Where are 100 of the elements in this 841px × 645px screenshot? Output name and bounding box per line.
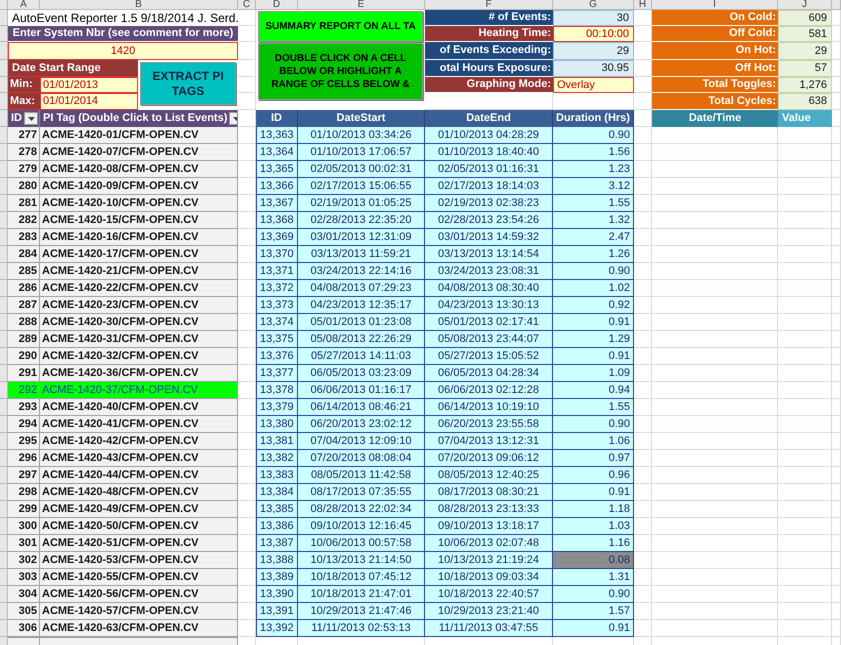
empty-cell[interactable] [778,246,832,263]
table-cell[interactable]: 301 [8,535,40,552]
empty-cell[interactable] [832,93,841,110]
table-cell[interactable]: 283 [8,229,40,246]
empty-cell[interactable] [832,569,841,586]
empty-cell[interactable] [652,382,778,399]
column-header[interactable]: DateEnd [425,110,553,127]
empty-cell[interactable] [832,229,841,246]
empty-cell[interactable] [832,450,841,467]
row-header[interactable] [0,501,8,518]
row-header[interactable] [0,212,8,229]
empty-cell[interactable] [832,365,841,382]
row-header[interactable] [0,60,8,77]
empty-cell[interactable] [778,484,832,501]
empty-cell[interactable] [832,110,841,127]
empty-cell[interactable] [778,569,832,586]
row-header[interactable] [0,433,8,450]
empty-cell[interactable] [652,229,778,246]
table-cell[interactable]: ACME-1420-50/CFM-OPEN.CV [40,518,238,535]
empty-cell[interactable] [832,297,841,314]
table-cell[interactable]: ACME-1420-16/CFM-OPEN.CV [40,229,238,246]
table-cell[interactable]: ACME-1420-08/CFM-OPEN.CV [40,161,238,178]
empty-cell[interactable] [832,484,841,501]
empty-cell[interactable] [238,93,256,110]
empty-cell[interactable] [832,246,841,263]
empty-cell[interactable] [778,314,832,331]
empty-cell[interactable] [652,467,778,484]
column-header[interactable]: Date/Time [652,110,778,127]
row-header[interactable] [0,569,8,586]
table-cell[interactable]: 286 [8,280,40,297]
table-cell[interactable]: 294 [8,416,40,433]
empty-cell[interactable] [832,314,841,331]
empty-cell[interactable] [778,127,832,144]
column-header[interactable]: ID [256,110,298,127]
table-cell[interactable]: 295 [8,433,40,450]
empty-cell[interactable] [652,433,778,450]
empty-cell[interactable] [652,484,778,501]
table-cell[interactable]: ACME-1420-37/CFM-OPEN.CV [40,382,238,399]
empty-cell[interactable] [778,416,832,433]
empty-cell[interactable] [832,280,841,297]
table-cell[interactable]: 300 [8,518,40,535]
empty-cell[interactable] [778,144,832,161]
table-cell[interactable]: 304 [8,586,40,603]
row-header[interactable] [0,586,8,603]
empty-cell[interactable] [652,127,778,144]
empty-cell[interactable] [652,603,778,620]
empty-cell[interactable] [778,331,832,348]
row-header[interactable] [0,348,8,365]
empty-cell[interactable] [832,501,841,518]
empty-cell[interactable] [832,212,841,229]
table-cell[interactable]: ACME-1420-22/CFM-OPEN.CV [40,280,238,297]
empty-cell[interactable] [832,178,841,195]
empty-cell[interactable] [778,399,832,416]
table-cell[interactable]: 281 [8,195,40,212]
empty-cell[interactable] [778,161,832,178]
table-cell[interactable]: 302 [8,552,40,569]
table-cell[interactable]: ACME-1420-32/CFM-OPEN.CV [40,348,238,365]
column-header[interactable]: DateStart [298,110,425,127]
empty-cell[interactable] [778,620,832,637]
table-cell[interactable]: ACME-1420-23/CFM-OPEN.CV [40,297,238,314]
table-cell[interactable]: ACME-1420-44/CFM-OPEN.CV [40,467,238,484]
input-field[interactable]: 00:10:00 [553,26,634,42]
table-cell[interactable]: ACME-1420-51/CFM-OPEN.CV [40,535,238,552]
table-cell[interactable]: 297 [8,467,40,484]
row-header[interactable] [0,297,8,314]
empty-cell[interactable] [832,518,841,535]
empty-cell[interactable] [832,263,841,280]
empty-cell[interactable] [832,195,841,212]
table-cell[interactable]: ACME-1420-63/CFM-OPEN.CV [40,620,238,637]
empty-cell[interactable] [652,195,778,212]
table-cell[interactable]: ACME-1420-07/CFM-OPEN.CV [40,144,238,161]
table-cell[interactable]: 288 [8,314,40,331]
empty-cell[interactable] [832,60,841,77]
row-header[interactable] [0,10,8,26]
table-cell[interactable]: 298 [8,484,40,501]
empty-cell[interactable] [778,518,832,535]
table-cell[interactable]: ACME-1420-55/CFM-OPEN.CV [40,569,238,586]
row-header[interactable] [0,280,8,297]
row-header[interactable] [0,229,8,246]
empty-cell[interactable] [652,263,778,280]
row-header[interactable] [0,178,8,195]
empty-cell[interactable] [652,246,778,263]
empty-cell[interactable] [778,280,832,297]
empty-cell[interactable] [778,467,832,484]
table-cell[interactable]: 289 [8,331,40,348]
table-cell[interactable]: 285 [8,263,40,280]
input-field[interactable]: Overlay [553,77,634,93]
table-cell[interactable]: ACME-1420-42/CFM-OPEN.CV [40,433,238,450]
empty-cell[interactable] [652,144,778,161]
empty-cell[interactable] [652,450,778,467]
empty-cell[interactable] [652,348,778,365]
empty-cell[interactable] [652,569,778,586]
empty-cell[interactable] [778,178,832,195]
row-header[interactable] [0,42,8,60]
empty-cell[interactable] [652,399,778,416]
empty-cell[interactable] [652,178,778,195]
row-header[interactable] [0,620,8,637]
table-cell[interactable]: ACME-1420-43/CFM-OPEN.CV [40,450,238,467]
empty-cell[interactable] [832,42,841,60]
empty-cell[interactable] [652,212,778,229]
